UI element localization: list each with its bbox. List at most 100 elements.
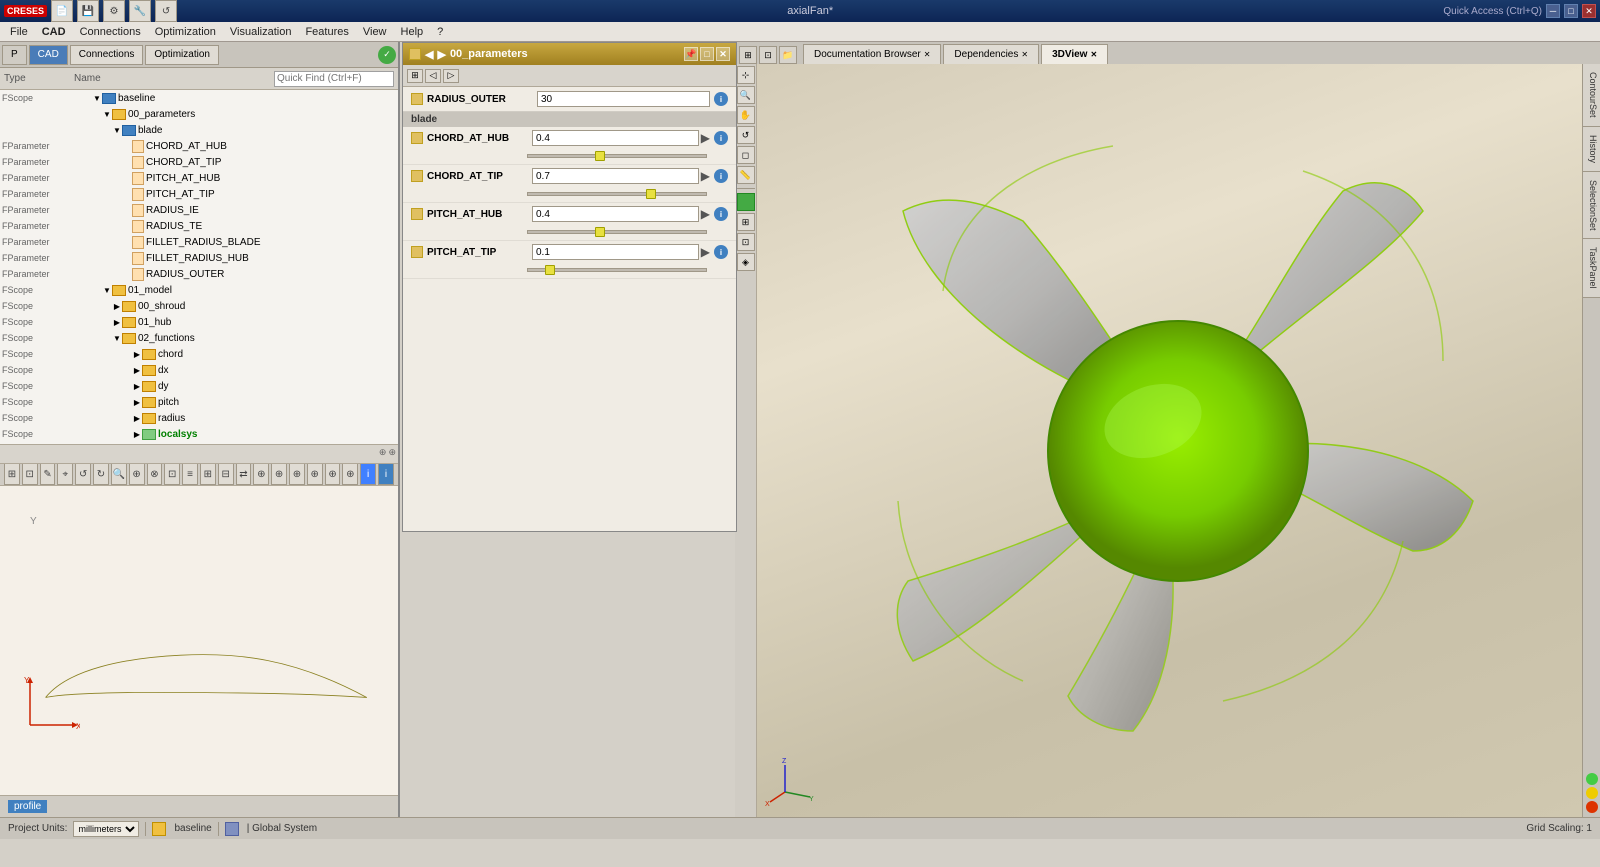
titlebar-icon-5[interactable]: ↺ xyxy=(155,0,177,22)
tree-item-radius-outer[interactable]: FParameter RADIUS_OUTER xyxy=(0,266,398,282)
params-tb-2[interactable]: ◁ xyxy=(425,69,441,83)
tab-connections[interactable]: Connections xyxy=(70,45,144,65)
2d-tool-4[interactable]: ⌖ xyxy=(57,464,73,486)
titlebar-close[interactable]: ✕ xyxy=(1582,4,1596,18)
menu-help[interactable]: Help xyxy=(395,24,430,40)
2d-tool-14[interactable]: ⇄ xyxy=(236,464,252,486)
status-units-select[interactable]: millimeters meters inches xyxy=(73,821,139,837)
tree-item-02-functions[interactable]: FScope ▼ 02_functions xyxy=(0,330,398,346)
2d-tool-17[interactable]: ⊕ xyxy=(289,464,305,486)
tree-item-00-shroud[interactable]: FScope ▶ 00_shroud xyxy=(0,298,398,314)
menu-cad[interactable]: CAD xyxy=(36,24,72,40)
2d-tool-13[interactable]: ⊟ xyxy=(218,464,234,486)
params-pin-btn[interactable]: 📌 xyxy=(684,47,698,61)
menu-connections[interactable]: Connections xyxy=(74,24,147,40)
tab-3dview-close[interactable]: ✕ xyxy=(1090,50,1097,59)
menu-visualization[interactable]: Visualization xyxy=(224,24,298,40)
vtb-green1[interactable] xyxy=(737,193,755,211)
param-chord-hub-input[interactable] xyxy=(532,130,699,146)
tab-doc-browser-close[interactable]: ✕ xyxy=(924,50,931,59)
params-tb-3[interactable]: ▷ xyxy=(443,69,459,83)
param-chord-hub-arrow[interactable]: ▶ xyxy=(701,131,710,145)
rtab-contourset[interactable]: ContourSet xyxy=(1583,64,1600,127)
2d-tool-9[interactable]: ⊗ xyxy=(147,464,163,486)
tree-item-localsys[interactable]: FScope ▶ localsys xyxy=(0,426,398,442)
tab-optimization[interactable]: Optimization xyxy=(145,45,219,65)
tab-p[interactable]: P xyxy=(2,45,27,65)
tree-item-pitch-hub[interactable]: FParameter PITCH_AT_HUB xyxy=(0,170,398,186)
tab-doc-browser[interactable]: Documentation Browser ✕ xyxy=(803,44,941,64)
tree-item-00-params[interactable]: ▼ 00_parameters xyxy=(0,106,398,122)
param-pitch-hub-arrow[interactable]: ▶ xyxy=(701,207,710,221)
vtb-cursor[interactable]: ⊹ xyxy=(737,66,755,84)
2d-tool-19[interactable]: ⊕ xyxy=(325,464,341,486)
menu-file[interactable]: File xyxy=(4,24,34,40)
2d-tool-18[interactable]: ⊕ xyxy=(307,464,323,486)
rtab-selectionset[interactable]: SelectionSet xyxy=(1583,172,1600,240)
param-chord-tip-input[interactable] xyxy=(532,168,699,184)
vtb-btn2[interactable]: ⊞ xyxy=(737,213,755,231)
param-chord-tip-arrow[interactable]: ▶ xyxy=(701,169,710,183)
radius-outer-input[interactable] xyxy=(537,91,710,107)
2d-tool-5[interactable]: ↺ xyxy=(75,464,91,486)
param-chord-tip-slider[interactable] xyxy=(527,192,707,196)
titlebar-maximize[interactable]: □ xyxy=(1564,4,1578,18)
params-nav-fwd[interactable]: ▶ xyxy=(437,48,445,61)
titlebar-icon-1[interactable]: 📄 xyxy=(51,0,73,22)
tree-item-fillet-blade[interactable]: FParameter FILLET_RADIUS_BLADE xyxy=(0,234,398,250)
vtb-select[interactable]: ◻ xyxy=(737,146,755,164)
2d-tool-20[interactable]: ⊕ xyxy=(342,464,358,486)
rtab-taskpanel[interactable]: TaskPanel xyxy=(1583,239,1600,298)
2d-tool-15[interactable]: ⊕ xyxy=(253,464,269,486)
tab-3dview[interactable]: 3DView ✕ xyxy=(1041,44,1108,64)
tree-item-radius[interactable]: FScope ▶ radius xyxy=(0,410,398,426)
vtb-measure[interactable]: 📏 xyxy=(737,166,755,184)
tree-item-blade[interactable]: ▼ blade xyxy=(0,122,398,138)
vtb-btn3[interactable]: ⊡ xyxy=(737,233,755,251)
params-tb-1[interactable]: ⊞ xyxy=(407,69,423,83)
2d-tool-3[interactable]: ✎ xyxy=(40,464,56,486)
2d-tool-1[interactable]: ⊞ xyxy=(4,464,20,486)
tree-item-chord[interactable]: FScope ▶ chord xyxy=(0,346,398,362)
2d-tool-16[interactable]: ⊕ xyxy=(271,464,287,486)
param-chord-hub-slider[interactable] xyxy=(527,154,707,158)
vtb-btn4[interactable]: ◈ xyxy=(737,253,755,271)
tree-item-pitch-tip[interactable]: FParameter PITCH_AT_TIP xyxy=(0,186,398,202)
tab-dependencies-close[interactable]: ✕ xyxy=(1021,50,1028,59)
tree-item-01-model[interactable]: FScope ▼ 01_model xyxy=(0,282,398,298)
titlebar-icon-4[interactable]: 🔧 xyxy=(129,0,151,22)
search-input[interactable] xyxy=(274,71,394,87)
2d-tool-12[interactable]: ⊞ xyxy=(200,464,216,486)
2d-tool-11[interactable]: ≡ xyxy=(182,464,198,486)
vtb-rotate[interactable]: ↺ xyxy=(737,126,755,144)
3d-tb-tree[interactable]: 📁 xyxy=(779,46,797,64)
params-expand-btn[interactable]: □ xyxy=(700,47,714,61)
titlebar-icon-2[interactable]: 💾 xyxy=(77,0,99,22)
vtb-pan[interactable]: ✋ xyxy=(737,106,755,124)
2d-tool-10[interactable]: ⊡ xyxy=(164,464,180,486)
titlebar-minimize[interactable]: ─ xyxy=(1546,4,1560,18)
2d-tool-8[interactable]: ⊕ xyxy=(129,464,145,486)
param-pitch-hub-slider[interactable] xyxy=(527,230,707,234)
param-chord-hub-info[interactable]: i xyxy=(714,131,728,145)
tree-item-fillet-hub[interactable]: FParameter FILLET_RADIUS_HUB xyxy=(0,250,398,266)
3d-tb-view[interactable]: ⊡ xyxy=(759,46,777,64)
tree-item-radius-ie[interactable]: FParameter RADIUS_IE xyxy=(0,202,398,218)
param-pitch-tip-slider[interactable] xyxy=(527,268,707,272)
param-pitch-hub-info[interactable]: i xyxy=(714,207,728,221)
radius-outer-info[interactable]: i xyxy=(714,92,728,106)
tree-item-pitch[interactable]: FScope ▶ pitch xyxy=(0,394,398,410)
menu-view[interactable]: View xyxy=(357,24,393,40)
2d-tool-6[interactable]: ↻ xyxy=(93,464,109,486)
3d-tb-grid[interactable]: ⊞ xyxy=(739,46,757,64)
tree-item-dx[interactable]: FScope ▶ dx xyxy=(0,362,398,378)
vtb-zoom[interactable]: 🔍 xyxy=(737,86,755,104)
3d-viewport[interactable]: ⊹ 🔍 ✋ ↺ ◻ 📏 ⊞ ⊡ ◈ xyxy=(735,64,1600,817)
tree-item-dy[interactable]: FScope ▶ dy xyxy=(0,378,398,394)
tab-cad[interactable]: CAD xyxy=(29,45,68,65)
tree-item-radius-te[interactable]: FParameter RADIUS_TE xyxy=(0,218,398,234)
param-pitch-tip-input[interactable] xyxy=(532,244,699,260)
param-pitch-tip-info[interactable]: i xyxy=(714,245,728,259)
params-nav-back[interactable]: ◀ xyxy=(425,48,433,61)
menu-features[interactable]: Features xyxy=(299,24,354,40)
